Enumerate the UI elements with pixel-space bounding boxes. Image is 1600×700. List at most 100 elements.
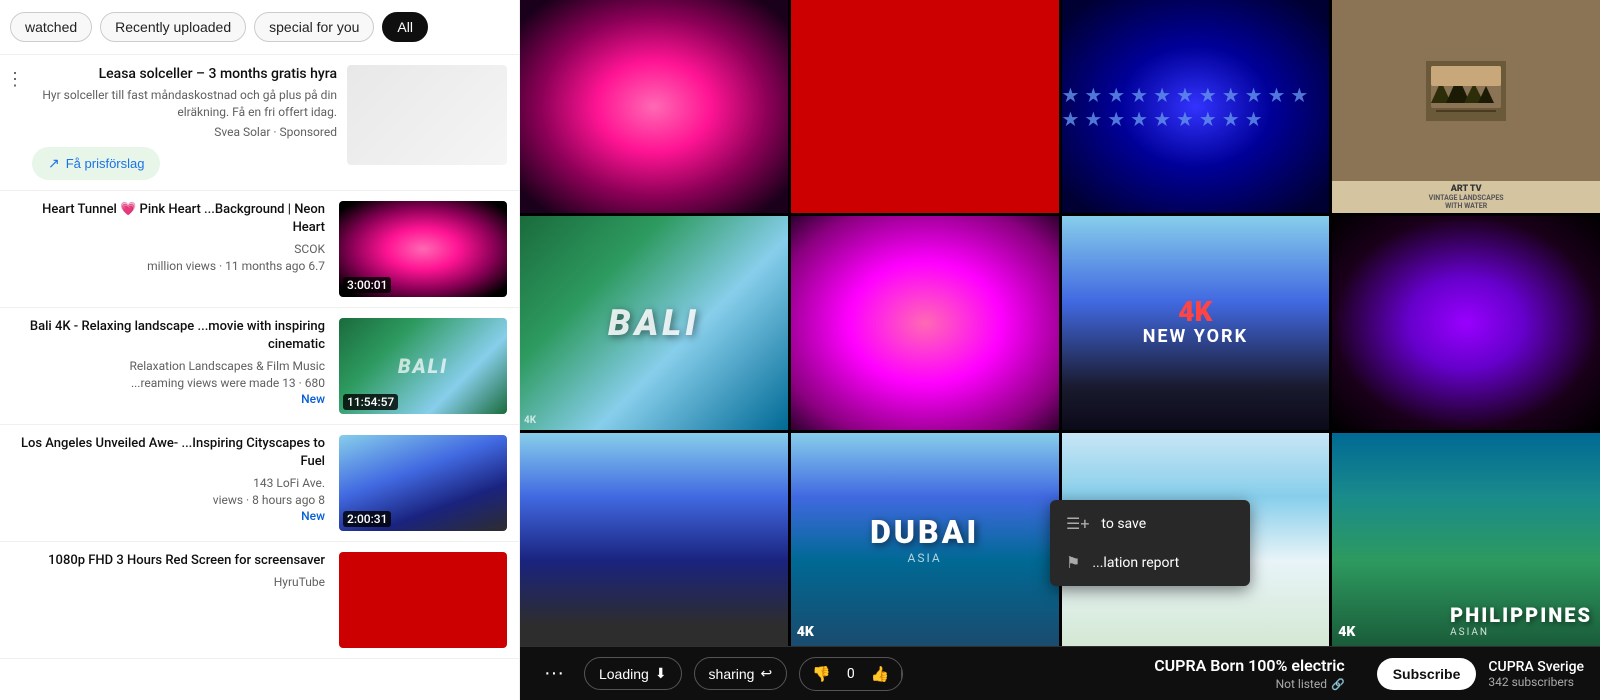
video-thumb-1: 3:00:01	[339, 201, 507, 297]
video-new-badge-3: New	[12, 509, 325, 523]
video-title-3: Los Angeles Unveiled Awe- ...Inspiring C…	[12, 435, 325, 471]
channel-details: CUPRA Sverige 342 subscribers	[1488, 659, 1584, 689]
ad-text: Leasa solceller – 3 months gratis hyra H…	[12, 65, 337, 180]
external-link-icon: ↗	[48, 155, 60, 172]
ctx-save[interactable]: ☰+ to save	[1050, 504, 1250, 543]
video-thumb-2: BALI 11:54:57	[339, 318, 507, 414]
video-duration-2: 11:54:57	[343, 394, 398, 410]
bali-label: BALI	[608, 302, 700, 344]
dubai-text: DUBAI	[870, 513, 979, 551]
context-menu: ☰+ to save ⚑ ...lation report	[1050, 500, 1250, 586]
sidebar-list: ⋮ Leasa solceller – 3 months gratis hyra…	[0, 55, 519, 700]
tab-special-for-you[interactable]: special for you	[254, 12, 374, 42]
grid-cell-philippines[interactable]: PHILIPPINES ASIAN 4K	[1332, 433, 1600, 646]
ctx-report[interactable]: ⚑ ...lation report	[1050, 543, 1250, 582]
dubai-sub: ASIA	[870, 551, 979, 565]
tab-all[interactable]: All	[382, 12, 428, 42]
loading-label: Loading	[599, 666, 649, 682]
art-tv-label: ART TV VINTAGE LANDSCAPES WITH WATER	[1332, 181, 1600, 213]
philippines-label-container: PHILIPPINES ASIAN	[1450, 603, 1592, 638]
flag-icon: ⚑	[1066, 553, 1080, 572]
like-button[interactable]: 👍	[859, 658, 903, 690]
ad-thumbnail	[347, 65, 507, 165]
subscribe-area: Subscribe CUPRA Sverige 342 subscribers	[1377, 658, 1584, 690]
video-item-4[interactable]: 1080p FHD 3 Hours Red Screen for screens…	[0, 542, 519, 659]
philippines-4k: 4K	[1338, 624, 1355, 640]
video-item-1[interactable]: Heart Tunnel 💗 Pink Heart ...Background …	[0, 191, 519, 308]
video-item-3[interactable]: Los Angeles Unveiled Awe- ...Inspiring C…	[0, 425, 519, 542]
grid-cell-art[interactable]: ART TV VINTAGE LANDSCAPES WITH WATER	[1332, 0, 1600, 213]
download-icon: ⬇	[655, 665, 667, 682]
tab-recently-uploaded[interactable]: Recently uploaded	[100, 12, 246, 42]
video-info: CUPRA Born 100% electric Not listed 🔗	[1154, 656, 1345, 691]
bottom-bar: ··· Loading ⬇ sharing ↩ 👎 0 👍 CUPRA Born…	[520, 646, 1600, 700]
ad-description: Hyr solceller till fast måndaskostnad oc…	[32, 87, 337, 121]
subscribe-button[interactable]: Subscribe	[1377, 658, 1477, 690]
newyork-label: 4K NEW YORK	[1143, 298, 1248, 347]
video-duration-1: 3:00:01	[343, 277, 391, 293]
video-thumb-3: 2:00:31	[339, 435, 507, 531]
grid-cell-stars[interactable]: ★ ★ ★ ★ ★ ★ ★ ★ ★ ★ ★ ★ ★ ★ ★ ★ ★ ★ ★ ★	[1062, 0, 1330, 213]
video-item-2[interactable]: Bali 4K - Relaxing landscape ...movie wi…	[0, 308, 519, 425]
not-listed-label: Not listed	[1276, 677, 1327, 691]
video-title-1: Heart Tunnel 💗 Pink Heart ...Background …	[12, 201, 325, 237]
share-icon: ↩	[760, 665, 772, 682]
video-meta-3: 143 LoFi Ave. views · 8 hours ago 8	[12, 475, 325, 509]
video-meta-4: HyruTube	[12, 574, 325, 591]
dubai-label: DUBAI ASIA	[870, 513, 979, 565]
more-options-button[interactable]: ···	[536, 656, 572, 691]
philippines-sub: ASIAN	[1450, 627, 1592, 638]
grid-cell-heart[interactable]	[520, 0, 788, 213]
video-title-bottom: CUPRA Born 100% electric	[1154, 656, 1345, 675]
tab-watched[interactable]: watched	[10, 12, 92, 42]
video-title-2: Bali 4K - Relaxing landscape ...movie wi…	[12, 318, 325, 354]
grid-cell-pink[interactable]	[791, 216, 1059, 429]
dislike-button[interactable]: 👎	[800, 658, 843, 690]
sharing-button[interactable]: sharing ↩	[694, 657, 788, 690]
main-content: ★ ★ ★ ★ ★ ★ ★ ★ ★ ★ ★ ★ ★ ★ ★ ★ ★ ★ ★ ★	[520, 0, 1600, 700]
grid-cell-red[interactable]	[791, 0, 1059, 213]
like-count: 0	[843, 666, 859, 682]
grid-cell-dubai[interactable]: DUBAI ASIA 4K	[791, 433, 1059, 646]
grid-cell-neon[interactable]	[1332, 216, 1600, 429]
ad-options-icon[interactable]: ⋮	[6, 69, 24, 90]
video-player[interactable]: ★ ★ ★ ★ ★ ★ ★ ★ ★ ★ ★ ★ ★ ★ ★ ★ ★ ★ ★ ★	[520, 0, 1600, 646]
channel-subscribers: 342 subscribers	[1488, 675, 1584, 689]
video-meta-1: SCOK million views · 11 months ago 6.7	[12, 241, 325, 275]
video-text-4: 1080p FHD 3 Hours Red Screen for screens…	[12, 552, 329, 648]
art-tv-image	[1332, 0, 1600, 181]
dubai-4k: 4K	[797, 624, 814, 640]
grid-cell-city[interactable]	[520, 433, 788, 646]
loading-button[interactable]: Loading ⬇	[584, 657, 682, 690]
video-text-1: Heart Tunnel 💗 Pink Heart ...Background …	[12, 201, 329, 297]
video-new-badge-2: New	[12, 392, 325, 406]
save-icon: ☰+	[1066, 514, 1089, 533]
filter-tabs: watched Recently uploaded special for yo…	[0, 0, 519, 55]
stars-overlay: ★ ★ ★ ★ ★ ★ ★ ★ ★ ★ ★ ★ ★ ★ ★ ★ ★ ★ ★ ★	[1062, 0, 1330, 213]
video-text-3: Los Angeles Unveiled Awe- ...Inspiring C…	[12, 435, 329, 531]
newyork-text: NEW YORK	[1143, 326, 1248, 347]
video-title-4: 1080p FHD 3 Hours Red Screen for screens…	[12, 552, 325, 570]
like-icon: 👍	[871, 665, 890, 683]
ad-sponsor: Svea Solar · Sponsored	[32, 125, 337, 139]
grid-cell-bali[interactable]: BALI 4K	[520, 216, 788, 429]
sidebar: watched Recently uploaded special for yo…	[0, 0, 520, 700]
grid-cell-newyork[interactable]: 4K NEW YORK	[1062, 216, 1330, 429]
newyork-4k: 4K	[1143, 298, 1248, 326]
ad-item: ⋮ Leasa solceller – 3 months gratis hyra…	[0, 55, 519, 191]
like-dislike-container: 👎 0 👍	[799, 657, 903, 691]
ad-cta: ↗ Få prisförslag	[32, 147, 337, 180]
link-icon: 🔗	[1331, 678, 1345, 691]
ctx-save-label: to save	[1101, 516, 1146, 532]
ad-title: Leasa solceller – 3 months gratis hyra	[32, 65, 337, 83]
sharing-label: sharing	[709, 666, 755, 682]
philippines-text: PHILIPPINES	[1450, 603, 1592, 627]
visibility-badge: Not listed 🔗	[1276, 677, 1345, 691]
video-meta-2: Relaxation Landscapes & Film Music ...re…	[12, 358, 325, 392]
channel-name: CUPRA Sverige	[1488, 659, 1584, 675]
ad-cta-button[interactable]: ↗ Få prisförslag	[32, 147, 160, 180]
ad-cta-label: Få prisförslag	[66, 156, 145, 171]
video-text-2: Bali 4K - Relaxing landscape ...movie wi…	[12, 318, 329, 414]
video-duration-3: 2:00:31	[343, 511, 391, 527]
dislike-icon: 👎	[812, 665, 831, 683]
